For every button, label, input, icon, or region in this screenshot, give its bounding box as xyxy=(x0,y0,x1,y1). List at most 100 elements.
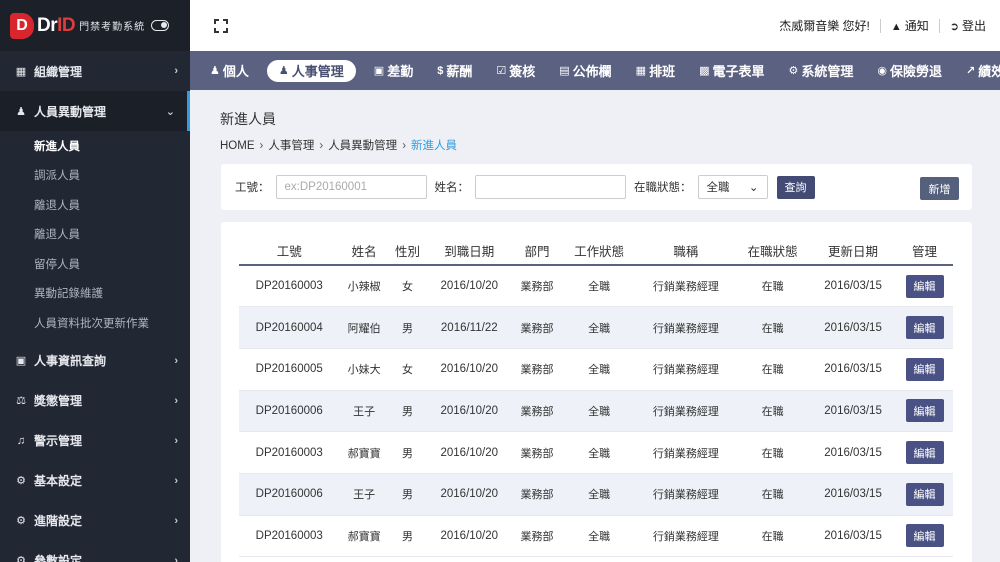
sidebar-item-label: 警示管理 xyxy=(34,434,83,448)
breadcrumb-personnel-change[interactable]: 人員異動管理 xyxy=(328,140,397,152)
query-button[interactable]: 查詢 xyxy=(776,175,815,199)
chevron-down-icon: ⌄ xyxy=(165,105,175,118)
sidebar-item-alert[interactable]: ♫ 警示管理 › xyxy=(0,421,190,461)
col-header-id: 工號 xyxy=(239,237,340,266)
cell-hire-date: 2016/10/20 xyxy=(426,348,513,391)
sidebar-item-reward[interactable]: ⚖ 獎懲管理 › xyxy=(0,381,190,421)
sidebar-item-org[interactable]: ▦ 組織管理 › xyxy=(0,51,190,91)
logout-link[interactable]: ➲ 登出 xyxy=(950,17,986,34)
employee-id-input[interactable] xyxy=(275,175,427,199)
table-row: DP20160006 王子男 2016/10/20 業務部 全職 行銷業務經理 在職 2016… xyxy=(239,473,953,516)
table-header-row: 工號 姓名 性別 到職日期 部門 工作狀態 職稱 在職狀態 更新日期 管理 xyxy=(239,237,953,266)
sidebar-subitem-suspend[interactable]: 留停人員 xyxy=(0,249,190,279)
tab-bulletin[interactable]: ▤ 公佈欄 xyxy=(553,60,617,82)
sidebar-item-label: 組織管理 xyxy=(34,64,83,79)
page-title: 新進人員 xyxy=(220,111,276,127)
edit-button[interactable]: 編輯 xyxy=(905,274,944,298)
globe-icon: ◉ xyxy=(877,65,887,77)
bell-icon: ▲ xyxy=(890,21,902,33)
sidebar-subitem-resign[interactable]: 離退人員 xyxy=(0,190,190,220)
col-header-gender: 性別 xyxy=(388,237,427,266)
edit-button[interactable]: 編輯 xyxy=(905,399,944,423)
add-button[interactable]: 新增 xyxy=(920,177,959,200)
tab-insurance[interactable]: ◉ 保險勞退 xyxy=(871,60,948,82)
briefcase-icon: ▣ xyxy=(373,65,385,77)
cell-hire-date: 2016/10/20 xyxy=(426,431,513,474)
sidebar-item-advanced-settings[interactable]: ⚙ 進階設定 › xyxy=(0,501,190,541)
cell-hire-date: 2016/10/20 xyxy=(426,265,513,308)
col-header-hire-date: 到職日期 xyxy=(426,237,513,266)
cell-name: 郝寶寶 xyxy=(339,431,389,474)
breadcrumb-hr[interactable]: 人事管理 xyxy=(268,140,314,152)
sidebar-item-param-settings[interactable]: ⚙ 參數設定 › xyxy=(0,541,190,562)
tab-eform[interactable]: ▩ 電子表單 xyxy=(693,60,770,82)
gear-icon: ⚙ xyxy=(788,65,799,77)
tab-label: 電子表單 xyxy=(712,64,765,79)
cell-hire-date: 2016/10/20 xyxy=(426,390,513,433)
cell-title: 行銷業務經理 xyxy=(636,431,736,474)
sidebar-subitem-change-log[interactable]: 異動記錄維護 xyxy=(0,279,190,309)
bell-icon: ♫ xyxy=(16,434,26,447)
sidebar-subitem-new-hire[interactable]: 新進人員 xyxy=(0,131,190,161)
calendar-check-icon: ☑ xyxy=(496,65,507,77)
cell-manage: 編輯 xyxy=(896,306,953,349)
edit-button[interactable]: 編輯 xyxy=(905,482,944,506)
tab-label: 排班 xyxy=(649,64,676,79)
tab-performance[interactable]: ↗ 績效 xyxy=(960,60,1000,82)
cell-work-status: 全職 xyxy=(561,306,637,349)
tab-salary[interactable]: $ 薪酬 xyxy=(431,60,478,82)
tab-label: 差勤 xyxy=(387,64,414,79)
employee-table-panel: 工號 姓名 性別 到職日期 部門 工作狀態 職稱 在職狀態 更新日期 管理 DP… xyxy=(221,222,972,562)
cell-update-date: 2016/03/15 xyxy=(810,390,897,433)
tab-attendance[interactable]: ▣ 差勤 xyxy=(368,60,419,82)
tab-label: 績效 xyxy=(978,64,1000,79)
chevron-down-icon: ⌄ xyxy=(748,182,759,194)
col-header-work-status: 工作狀態 xyxy=(561,237,637,266)
status-select[interactable]: 全職 ⌄ xyxy=(697,175,768,199)
cell-manage: 編輯 xyxy=(896,348,953,391)
cell-gender: 男 xyxy=(388,473,427,516)
brand-logo[interactable]: D DrID 門禁考勤系統 xyxy=(0,0,190,51)
sidebar-item-hr-query[interactable]: ▣ 人事資訊查詢 › xyxy=(0,341,190,381)
file-icon: ▩ xyxy=(699,65,710,77)
sidebar: D DrID 門禁考勤系統 ▦ 組織管理 › ♟ 人員異動管理 ⌄ 新進人員 調… xyxy=(0,0,190,562)
cell-title: 行銷業務經理 xyxy=(636,265,736,308)
cell-work-status: 全職 xyxy=(561,431,637,474)
gear-icon: ⚙ xyxy=(16,555,26,562)
edit-button[interactable]: 編輯 xyxy=(905,357,944,381)
tab-schedule[interactable]: ▦ 排班 xyxy=(630,60,681,82)
chevron-right-icon: › xyxy=(174,554,178,562)
sidebar-toggle-icon[interactable] xyxy=(151,20,170,31)
cell-update-date: 2016/03/15 xyxy=(810,473,897,516)
name-input[interactable] xyxy=(475,175,626,199)
edit-button[interactable]: 編輯 xyxy=(905,316,944,340)
logo-mark: D xyxy=(10,12,34,39)
tab-system[interactable]: ⚙ 系統管理 xyxy=(783,60,860,82)
notify-link[interactable]: ▲ 通知 xyxy=(891,17,929,34)
fullscreen-icon[interactable] xyxy=(214,18,228,33)
cell-id: DP20160006 xyxy=(239,473,340,516)
sitemap-icon: ▦ xyxy=(15,65,27,78)
edit-button[interactable]: 編輯 xyxy=(905,524,944,548)
user-greeting: 杰威爾音樂 您好! xyxy=(779,19,870,33)
breadcrumb-home[interactable]: HOME xyxy=(220,140,255,152)
sidebar-item-personnel-change[interactable]: ♟ 人員異動管理 ⌄ xyxy=(0,91,190,131)
tab-personal[interactable]: ♟ 個人 xyxy=(204,60,255,82)
table-row: DP20160005 小妹大女 2016/10/20 業務部 全職 行銷業務經理 在職 201… xyxy=(239,348,953,391)
sidebar-subitem-resign-2[interactable]: 離退人員 xyxy=(0,220,190,250)
sidebar-item-basic-settings[interactable]: ⚙ 基本設定 › xyxy=(0,461,190,501)
edit-button[interactable]: 編輯 xyxy=(905,441,944,465)
sidebar-subitem-transfer[interactable]: 調派人員 xyxy=(0,161,190,191)
tab-hr-management[interactable]: ♟ 人事管理 xyxy=(266,59,356,82)
cell-name: 阿耀伯 xyxy=(339,306,389,349)
cell-update-date: 2016/03/15 xyxy=(810,348,897,391)
tab-approval[interactable]: ☑ 簽核 xyxy=(490,60,541,82)
breadcrumb-separator: › xyxy=(402,140,407,152)
cell-gender: 男 xyxy=(388,306,427,349)
status-label: 在職狀態： xyxy=(634,182,692,194)
cell-hire-date: 2016/10/20 xyxy=(426,473,513,516)
table-body: DP20160003 小辣椒女 2016/10/20 業務部 全職 行銷業務經理 在職 201… xyxy=(239,265,953,558)
tab-label: 個人 xyxy=(222,64,249,79)
breadcrumb: HOME › 人事管理 › 人員異動管理 › 新進人員 xyxy=(220,137,457,153)
sidebar-subitem-batch-update[interactable]: 人員資料批次更新作業 xyxy=(0,308,190,338)
